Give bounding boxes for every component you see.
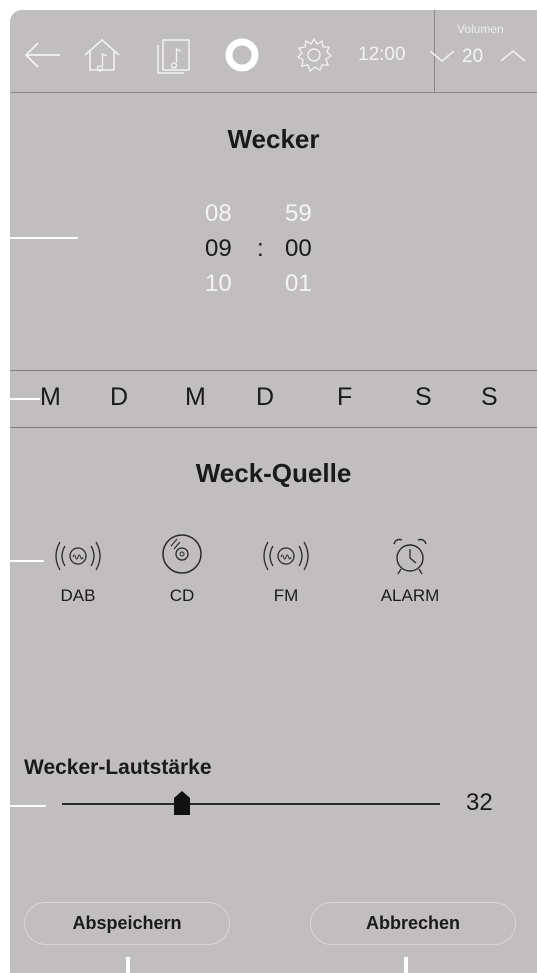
callout-line — [0, 805, 46, 807]
radio-waves-icon — [55, 541, 101, 571]
cancel-button[interactable]: Abbrechen — [310, 902, 516, 945]
alarm-volume-label: Wecker-Lautstärke — [24, 756, 212, 779]
source-label-dab: DAB — [60, 586, 96, 605]
day-sunday[interactable]: S — [481, 383, 498, 412]
time-separator: : — [257, 235, 264, 262]
alarm-volume-slider-thumb[interactable] — [173, 790, 191, 821]
alarm-volume-slider-track[interactable] — [62, 803, 440, 805]
callout-line — [0, 560, 44, 562]
source-cd[interactable]: CD — [148, 532, 216, 606]
day-wednesday[interactable]: M — [185, 383, 206, 412]
callout-line — [126, 957, 130, 973]
minute-next[interactable]: 01 — [285, 270, 312, 298]
source-label-cd: CD — [169, 586, 195, 605]
wake-source-title: Weck-Quelle — [195, 458, 352, 488]
hour-prev[interactable]: 08 — [205, 200, 232, 228]
callout-line — [0, 237, 78, 239]
callout-line — [404, 957, 408, 973]
save-button[interactable]: Abspeichern — [24, 902, 230, 945]
cd-disc-icon — [162, 534, 202, 574]
volume-label: Volumen — [457, 22, 504, 36]
source-dab[interactable]: DAB — [44, 536, 112, 606]
hour-current[interactable]: 09 — [205, 235, 232, 263]
volume-value: 20 — [462, 46, 484, 67]
alarm-title: Wecker — [227, 124, 320, 154]
source-fm[interactable]: FM — [252, 536, 320, 606]
day-monday[interactable]: M — [40, 383, 61, 412]
hour-next[interactable]: 10 — [205, 270, 232, 298]
alarm-volume-value: 32 — [466, 789, 493, 816]
source-label-fm: FM — [273, 586, 299, 605]
day-friday[interactable]: F — [337, 383, 352, 412]
volume-area: Volumen — [10, 10, 537, 93]
day-saturday[interactable]: S — [415, 383, 432, 412]
chevron-down-icon[interactable] — [427, 46, 457, 71]
day-thursday[interactable]: D — [256, 383, 274, 412]
chevron-up-icon[interactable] — [498, 46, 528, 71]
minute-prev[interactable]: 59 — [285, 200, 312, 228]
day-tuesday[interactable]: D — [110, 383, 128, 412]
alarm-clock-icon — [393, 538, 427, 575]
minute-current[interactable]: 00 — [285, 235, 312, 263]
radio-waves-icon — [263, 541, 309, 571]
source-label-alarm: ALARM — [380, 586, 440, 605]
source-alarm[interactable]: ALARM — [372, 536, 448, 606]
